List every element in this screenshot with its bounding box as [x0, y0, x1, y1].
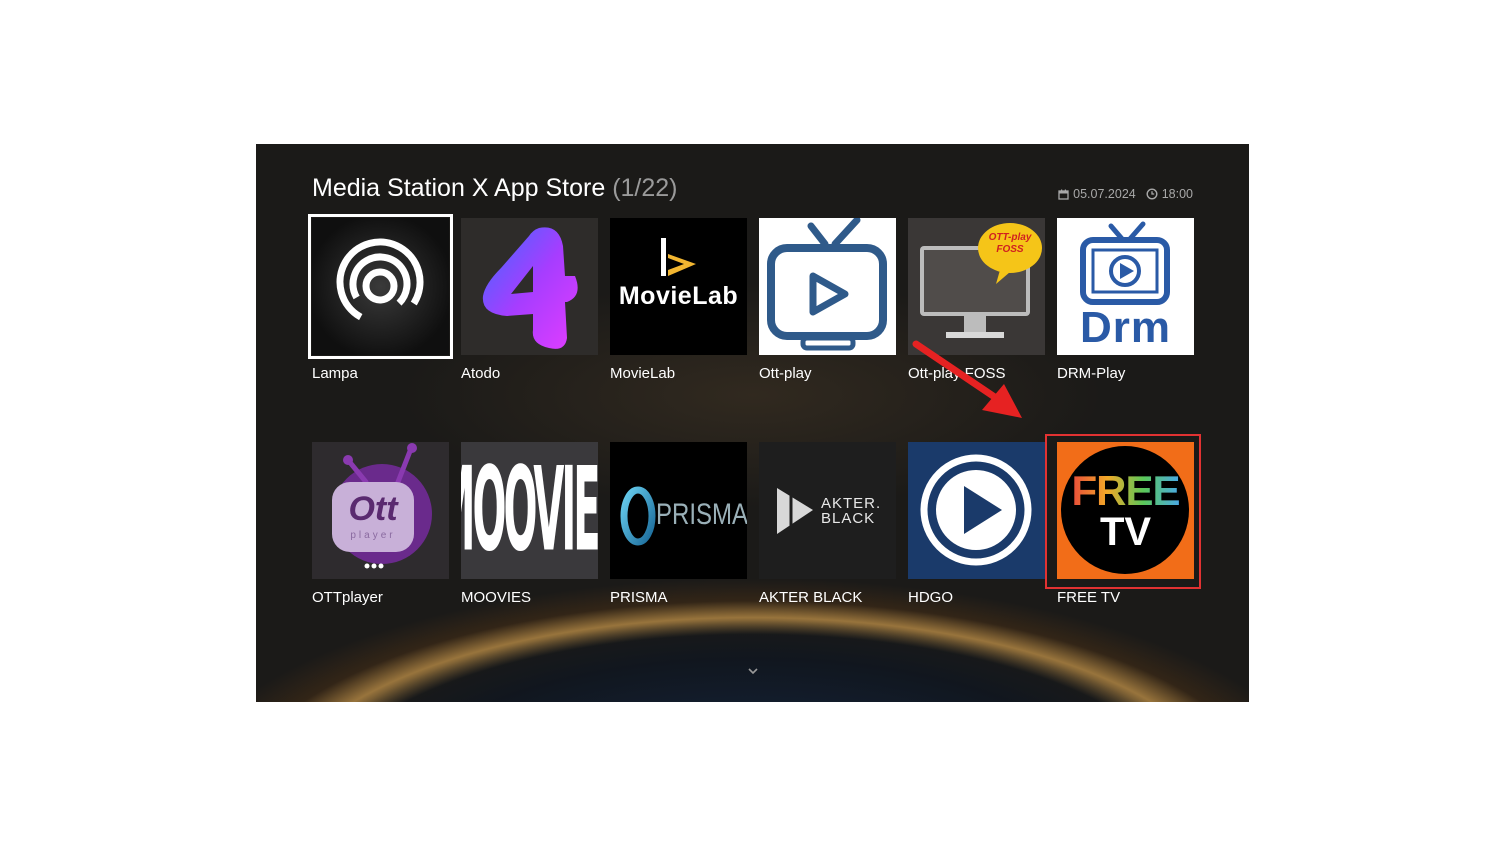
ottplayer-logo-sub: player: [350, 530, 396, 541]
app-label: Ott-play: [759, 365, 812, 382]
app-tile-movielab[interactable]: MovieLab MovieLab: [610, 218, 747, 382]
date-text: 05.07.2024: [1073, 187, 1136, 201]
calendar-icon: [1058, 189, 1069, 200]
highlight-box: [1045, 434, 1201, 589]
akter-logo-line-1: AKTER.: [821, 495, 882, 512]
akter-black-logo: AKTER. BLACK: [759, 442, 896, 579]
date-display: 05.07.2024: [1058, 187, 1136, 201]
ott-play-tv-icon: [759, 218, 896, 355]
arrow-annotation-icon: [910, 338, 1035, 428]
chevron-down-icon[interactable]: [745, 664, 761, 678]
app-label: OTTplayer: [312, 589, 383, 606]
store-title: Media Station X App Store: [312, 174, 606, 202]
hdgo-logo: [908, 442, 1045, 579]
movielab-logo-text: MovieLab: [618, 282, 739, 310]
ott-play-foss-logo: OTT-play FOSS: [908, 218, 1045, 355]
moovies-logo-text: MOOVIES: [461, 443, 598, 578]
ottplayer-logo-text: Ott: [348, 490, 398, 528]
app-tile-atodo[interactable]: Atodo: [461, 218, 598, 382]
drm-play-logo: Drm: [1057, 218, 1194, 355]
time-display: 18:00: [1146, 187, 1193, 201]
app-label: HDGO: [908, 589, 953, 606]
app-label: Atodo: [461, 365, 501, 382]
akter-logo-text: AKTER. BLACK: [821, 496, 881, 526]
drm-logo-text: Drm: [1079, 303, 1172, 352]
clock-icon: [1146, 188, 1158, 200]
moovies-logo: MOOVIES: [461, 442, 598, 579]
page-title: Media Station X App Store (1/22): [312, 174, 678, 203]
status-bar: 05.07.2024 18:00: [1058, 187, 1193, 201]
app-label: MovieLab: [610, 365, 676, 382]
foss-bubble-line-1: OTT-play: [988, 232, 1032, 243]
app-label: Lampa: [312, 365, 358, 382]
foss-bubble-line-2: FOSS: [996, 244, 1024, 255]
app-label: DRM-Play: [1057, 365, 1126, 382]
prisma-logo-text: PRISMA: [656, 498, 747, 531]
app-tile-ott-play[interactable]: Ott-play: [759, 218, 896, 382]
app-tile-hdgo[interactable]: HDGO: [908, 442, 1045, 606]
app-tile-prisma[interactable]: PRISMA PRISMA: [610, 442, 747, 606]
lampa-logo: [308, 214, 453, 359]
app-tile-ottplayer[interactable]: Ott player OTTplayer: [312, 442, 449, 606]
page-indicator: (1/22): [612, 174, 678, 202]
time-text: 18:00: [1161, 187, 1193, 201]
app-tile-moovies[interactable]: MOOVIES MOOVIES: [461, 442, 598, 606]
app-label: FREE TV: [1057, 589, 1121, 606]
prisma-logo: PRISMA: [610, 442, 747, 579]
tv-screen: Media Station X App Store (1/22) 05.07.2…: [256, 144, 1249, 702]
ottplayer-logo: Ott player: [312, 442, 449, 579]
app-tile-lampa[interactable]: Lampa: [308, 214, 453, 382]
movielab-logo: MovieLab: [610, 218, 747, 355]
app-label: PRISMA: [610, 589, 668, 606]
app-tile-drm-play[interactable]: Drm DRM-Play: [1057, 218, 1194, 382]
akter-logo-line-2: BLACK: [821, 510, 876, 527]
app-label: MOOVIES: [461, 589, 532, 606]
app-label: AKTER BLACK: [759, 589, 863, 606]
foss-bubble-text: OTT-play FOSS: [978, 232, 1042, 256]
app-tile-akter-black[interactable]: AKTER. BLACK AKTER BLACK: [759, 442, 896, 606]
atodo-logo: [461, 218, 598, 355]
